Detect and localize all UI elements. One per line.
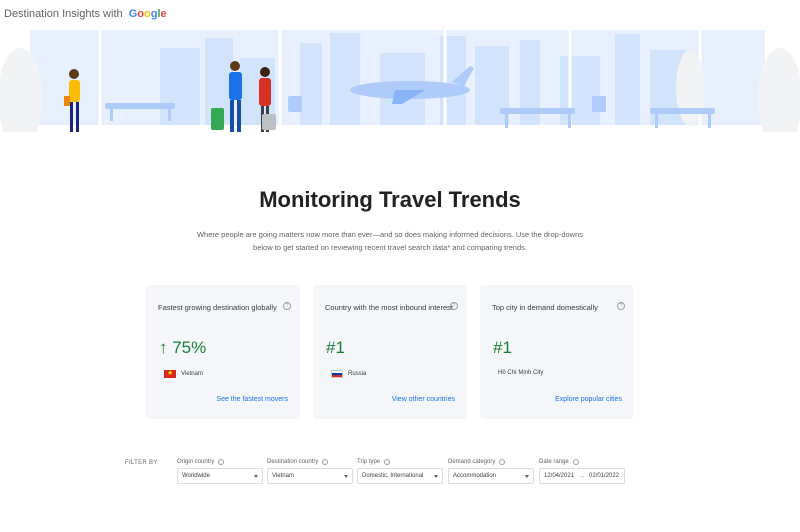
destination-country-label: Destination country	[267, 459, 319, 465]
top-bar: Destination Insights with Google	[0, 0, 800, 28]
card-place-label: Vietnam	[181, 371, 203, 377]
card-place: Russia	[331, 370, 366, 378]
card-place: Hồ Chí Minh City	[498, 370, 543, 376]
card-title: Fastest growing destination globally	[158, 303, 277, 312]
date-range-label: Date range	[539, 459, 569, 465]
demand-category-select[interactable]: Accommodation	[448, 468, 534, 484]
arrow-right-icon: →	[578, 472, 586, 480]
filter-bar: FILTER BY: Origin country Worldwide Dest…	[0, 456, 800, 496]
card-place-label: Russia	[348, 371, 367, 377]
hero-illustration	[0, 28, 800, 154]
explore-popular-cities-link[interactable]: Explore popular cities	[555, 396, 622, 403]
view-other-countries-link[interactable]: View other countries	[392, 396, 455, 403]
card-place-label: Hồ Chí Minh City	[498, 370, 544, 376]
info-icon[interactable]: ?	[450, 302, 458, 310]
help-icon[interactable]	[384, 459, 391, 465]
info-icon[interactable]: ?	[617, 302, 625, 310]
dropdown-arrow-icon	[434, 475, 438, 478]
date-range-filter: Date range 12/04/2021 → 02/01/2022	[539, 459, 625, 484]
trip-type-filter: Trip type Domestic, International	[357, 459, 443, 484]
origin-country-select[interactable]: Worldwide	[177, 468, 263, 484]
help-icon[interactable]	[572, 459, 579, 465]
destination-country-filter: Destination country Vietnam	[267, 459, 353, 484]
card-inbound-interest: Country with the most inbound interest ?…	[313, 285, 467, 419]
trip-type-label: Trip type	[357, 459, 381, 465]
destination-country-select[interactable]: Vietnam	[267, 468, 353, 484]
help-icon[interactable]	[499, 459, 506, 465]
card-top-city: Top city in demand domestically ? #1 Hồ …	[480, 285, 634, 419]
page-description: Where people are going matters now more …	[196, 230, 584, 252]
brand-text: Destination Insights with	[4, 8, 123, 20]
card-title: Top city in demand domestically	[492, 303, 598, 312]
card-fastest-growing: Fastest growing destination globally ? ↑…	[146, 285, 300, 419]
google-logo: Google	[128, 8, 167, 20]
trip-type-select[interactable]: Domestic, International	[357, 468, 443, 484]
dropdown-arrow-icon	[254, 475, 258, 478]
date-range-picker[interactable]: 12/04/2021 → 02/01/2022	[539, 468, 625, 484]
info-icon[interactable]: ?	[283, 302, 291, 310]
date-end: 02/01/2022	[589, 473, 620, 479]
dropdown-arrow-icon	[525, 475, 529, 478]
card-title: Country with the most inbound interest	[325, 303, 453, 312]
brand-logo[interactable]: Destination Insights with Google	[4, 8, 167, 20]
help-icon[interactable]	[218, 459, 225, 465]
page-title: Monitoring Travel Trends	[259, 187, 521, 212]
dropdown-arrow-icon	[344, 475, 348, 478]
help-icon[interactable]	[322, 459, 329, 465]
vietnam-flag-icon	[164, 369, 176, 378]
demand-category-label: Demand category	[448, 459, 496, 465]
card-metric: #1	[493, 338, 512, 357]
origin-country-filter: Origin country Worldwide	[177, 459, 263, 484]
card-metric: #1	[326, 338, 345, 357]
card-metric: ↑ 75%	[159, 338, 207, 357]
date-start: 12/04/2021	[544, 473, 575, 479]
origin-country-label: Origin country	[177, 459, 215, 465]
filter-by-label: FILTER BY:	[125, 460, 160, 466]
russia-flag-icon	[331, 370, 343, 378]
card-place: Vietnam	[164, 369, 203, 378]
demand-category-filter: Demand category Accommodation	[448, 459, 534, 484]
see-fastest-movers-link[interactable]: See the fastest movers	[216, 396, 288, 403]
